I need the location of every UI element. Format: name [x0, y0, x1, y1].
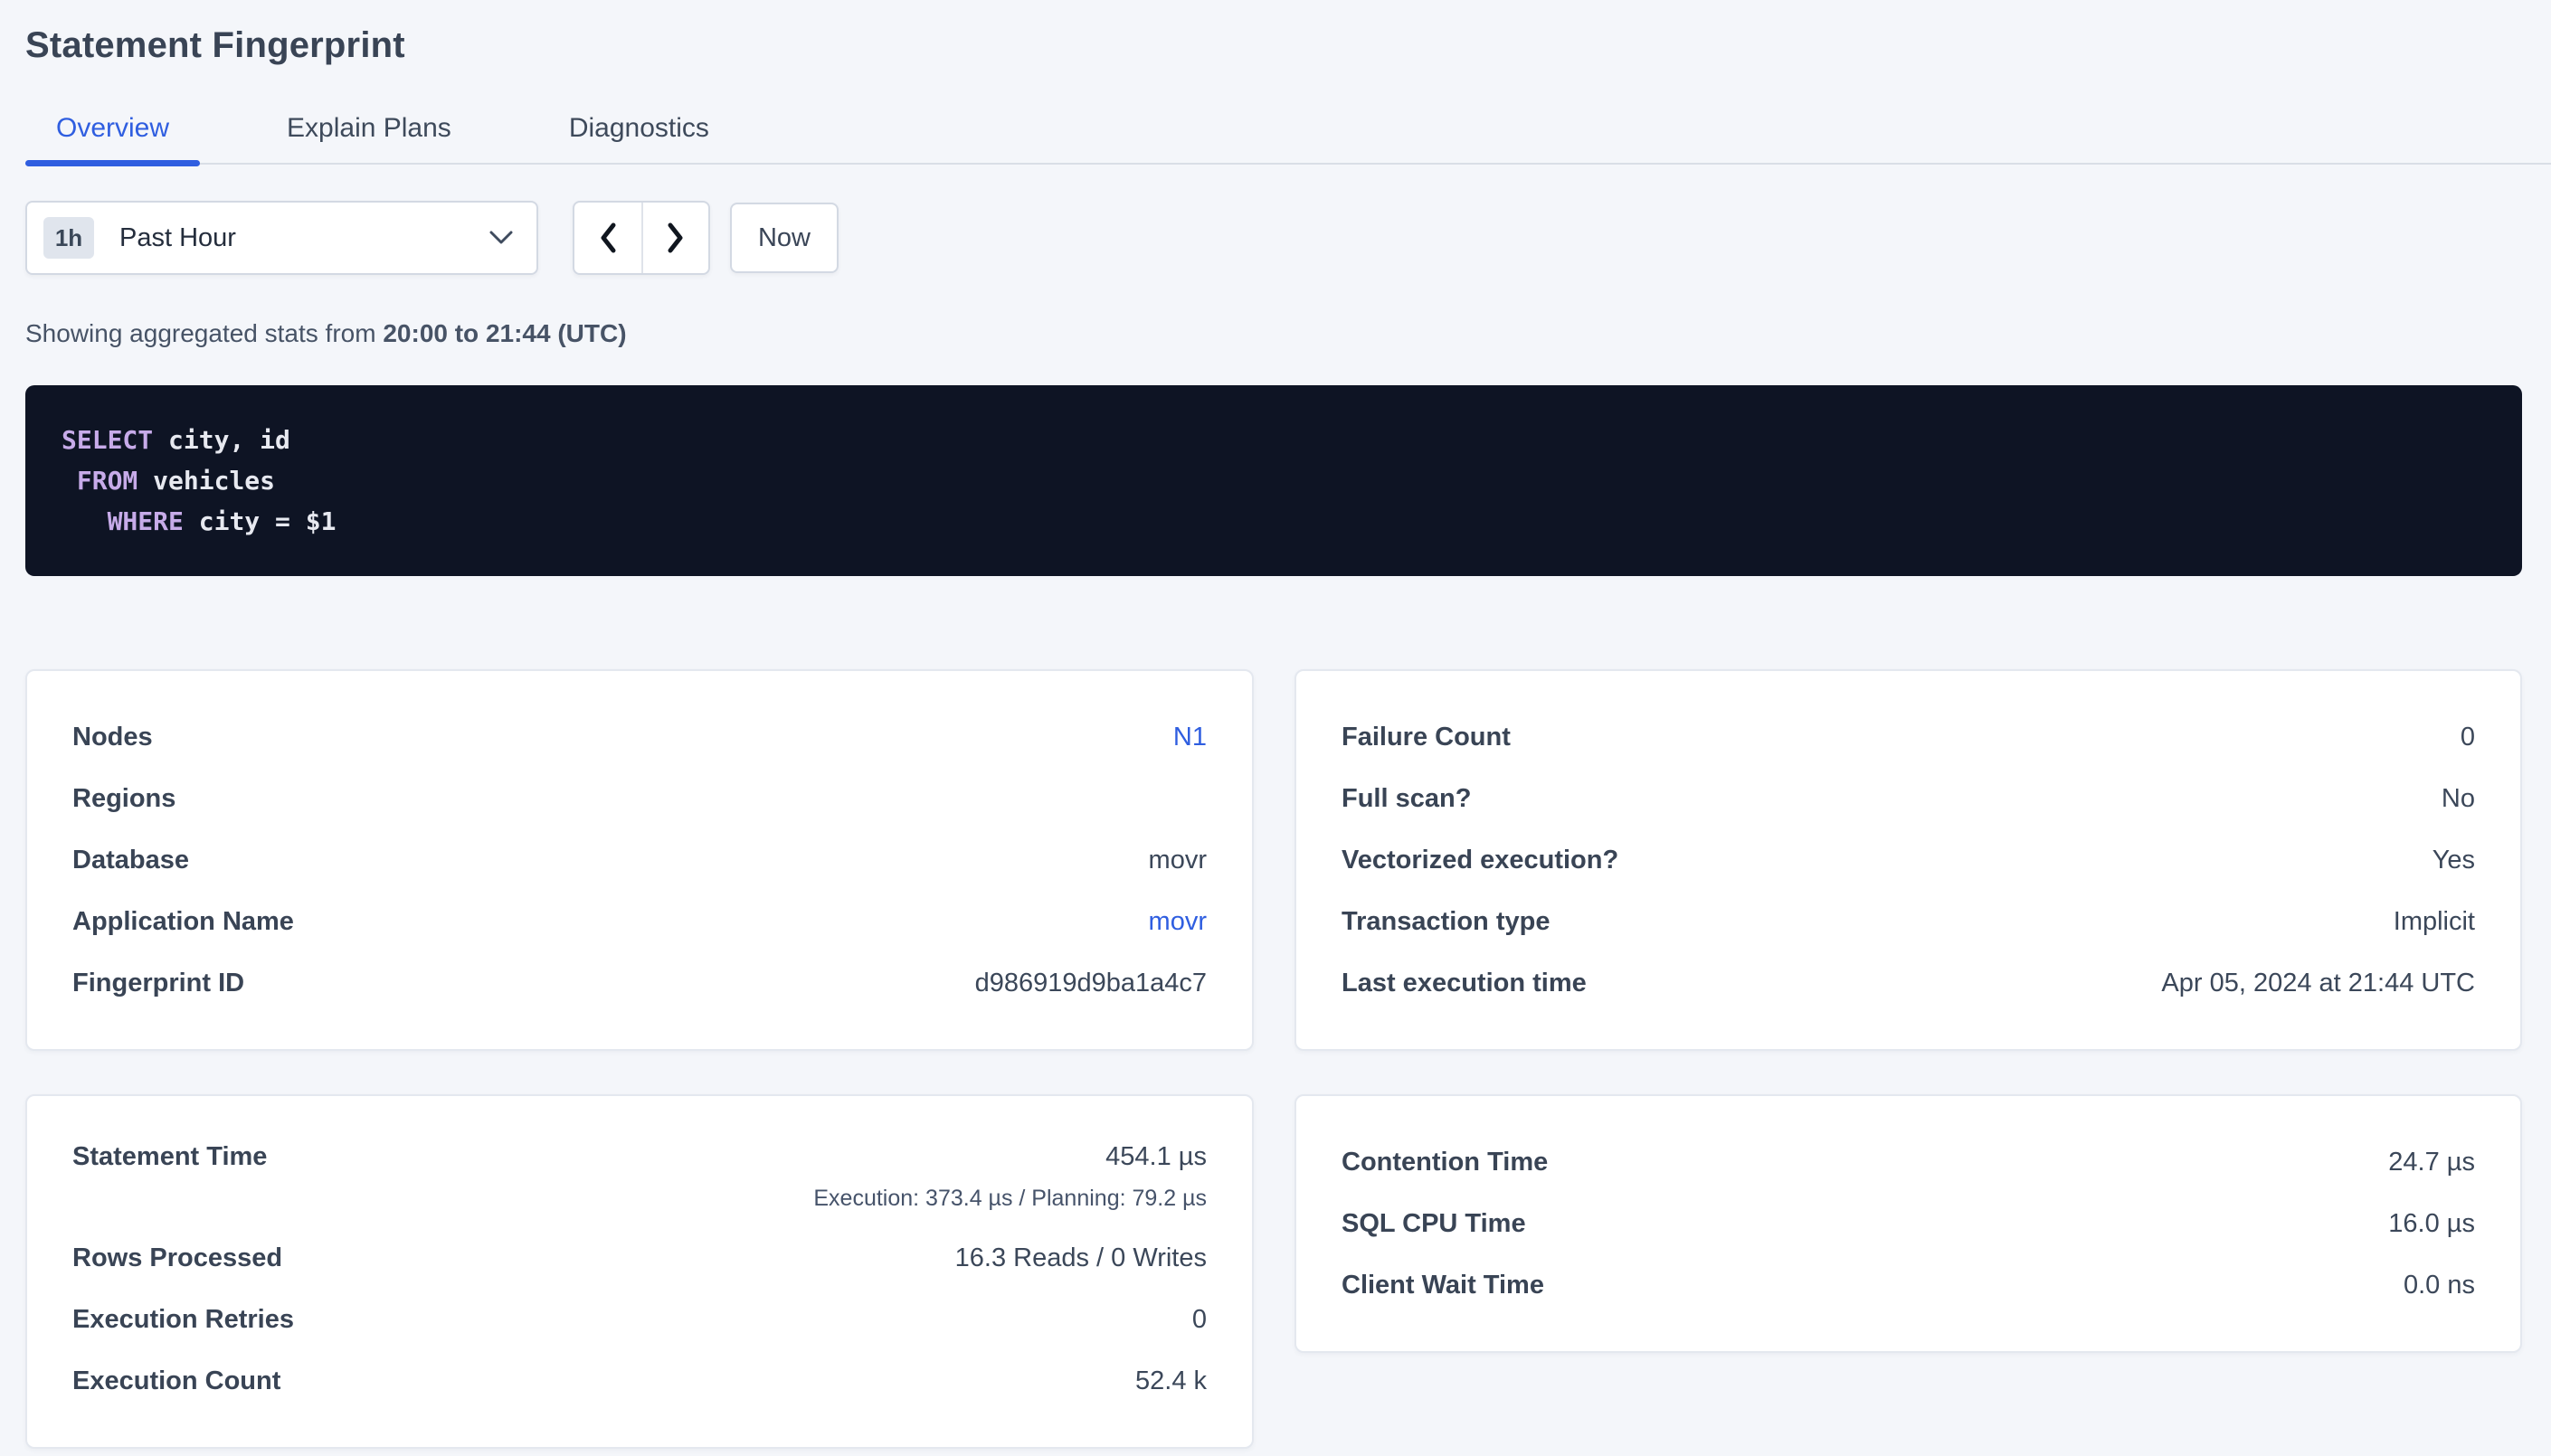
row-label: Application Name [72, 903, 294, 940]
chevron-down-icon [489, 231, 513, 245]
aggregation-time-range: 20:00 to 21:44 (UTC) [383, 319, 626, 347]
sql-keyword: SELECT [62, 425, 153, 455]
chevron-right-icon [665, 222, 687, 254]
row-label: Contention Time [1342, 1144, 1548, 1180]
sql-keyword: WHERE [108, 506, 184, 536]
row-label: Rows Processed [72, 1240, 282, 1276]
row-label: Statement Time [72, 1131, 267, 1182]
time-controls: 1h Past Hour Now [25, 201, 2524, 275]
sql-indent [62, 506, 108, 536]
row-value: 0 [1192, 1301, 1207, 1338]
row-value: Yes [2432, 842, 2475, 878]
row-label: Vectorized execution? [1342, 842, 1618, 878]
detail-row-execution-count: Execution Count 52.4 k [72, 1350, 1207, 1412]
detail-row-contention-time: Contention Time 24.7 µs [1342, 1131, 2475, 1193]
row-label: Execution Retries [72, 1301, 294, 1338]
detail-row-client-wait-time: Client Wait Time 0.0 ns [1342, 1254, 2475, 1316]
sql-statement-text: SELECT city, id FROM vehicles WHERE city… [62, 420, 2486, 542]
tab-explain-plans-label: Explain Plans [287, 113, 451, 143]
tab-overview-label: Overview [56, 113, 169, 143]
row-value: movr [1149, 842, 1207, 878]
detail-row-statement-time: Statement Time 454.1 µs Execution: 373.4… [72, 1131, 1207, 1227]
row-value: 0.0 ns [2404, 1267, 2475, 1303]
sql-text: city, id [153, 425, 290, 455]
tab-diagnostics-label: Diagnostics [569, 113, 709, 143]
time-step-buttons [573, 201, 710, 275]
detail-row-fingerprint-id: Fingerprint ID d986919d9ba1a4c7 [72, 952, 1207, 1014]
row-value: 52.4 k [1135, 1363, 1207, 1399]
detail-row-sql-cpu-time: SQL CPU Time 16.0 µs [1342, 1193, 2475, 1254]
row-label: Execution Count [72, 1363, 280, 1399]
statement-performance-card: Statement Time 454.1 µs Execution: 373.4… [25, 1094, 1254, 1449]
row-label: Full scan? [1342, 780, 1471, 817]
row-label: Failure Count [1342, 719, 1511, 755]
now-button[interactable]: Now [730, 203, 839, 273]
row-value: Apr 05, 2024 at 21:44 UTC [2161, 965, 2475, 1001]
nodes-link[interactable]: N1 [1173, 719, 1207, 755]
time-interval-badge: 1h [43, 217, 94, 259]
detail-row-execution-retries: Execution Retries 0 [72, 1289, 1207, 1350]
row-label: Nodes [72, 719, 153, 755]
execution-attributes-card: Failure Count 0 Full scan? No Vectorized… [1294, 669, 2522, 1051]
summary-cards: Nodes N1 Regions Database movr Applicati… [25, 669, 2524, 1449]
row-label: Transaction type [1342, 903, 1550, 940]
row-label: Regions [72, 780, 175, 817]
aggregation-note-prefix: Showing aggregated stats from [25, 319, 383, 347]
previous-interval-button[interactable] [574, 203, 641, 273]
detail-row-rows-processed: Rows Processed 16.3 Reads / 0 Writes [72, 1227, 1207, 1289]
row-value: Implicit [2394, 903, 2475, 940]
detail-row-failure-count: Failure Count 0 [1342, 706, 2475, 768]
statement-details-card: Nodes N1 Regions Database movr Applicati… [25, 669, 1254, 1051]
sql-statement-box: SELECT city, id FROM vehicles WHERE city… [25, 385, 2522, 576]
aggregation-note: Showing aggregated stats from 20:00 to 2… [25, 318, 2524, 349]
row-label: SQL CPU Time [1342, 1205, 1526, 1242]
detail-row-transaction-type: Transaction type Implicit [1342, 891, 2475, 952]
time-range-label: Past Hour [119, 223, 489, 253]
row-label: Fingerprint ID [72, 965, 244, 1001]
tab-overview[interactable]: Overview [25, 112, 200, 163]
statement-fingerprint-page: Statement Fingerprint Overview Explain P… [0, 0, 2551, 1449]
detail-row-last-execution-time: Last execution time Apr 05, 2024 at 21:4… [1342, 952, 2475, 1014]
sql-keyword: FROM [77, 466, 138, 496]
row-label: Last execution time [1342, 965, 1587, 1001]
next-interval-button[interactable] [641, 203, 708, 273]
row-value: 16.0 µs [2388, 1205, 2475, 1242]
detail-row-regions: Regions [72, 768, 1207, 829]
row-value: 24.7 µs [2388, 1144, 2475, 1180]
row-label: Database [72, 842, 189, 878]
detail-row-vectorized: Vectorized execution? Yes [1342, 829, 2475, 891]
row-value: 454.1 µs [813, 1131, 1207, 1182]
active-tab-indicator [25, 160, 200, 166]
row-value: d986919d9ba1a4c7 [975, 965, 1207, 1001]
detail-row-application-name: Application Name movr [72, 891, 1207, 952]
sql-text: city = $1 [184, 506, 337, 536]
sql-text: vehicles [138, 466, 275, 496]
row-subvalue: Execution: 373.4 µs / Planning: 79.2 µs [813, 1182, 1207, 1215]
row-value: 0 [2461, 719, 2475, 755]
detail-row-nodes: Nodes N1 [72, 706, 1207, 768]
sql-indent [62, 466, 77, 496]
application-name-link[interactable]: movr [1149, 903, 1207, 940]
detail-row-database: Database movr [72, 829, 1207, 891]
chevron-left-icon [597, 222, 619, 254]
row-value: 16.3 Reads / 0 Writes [955, 1240, 1207, 1276]
tab-diagnostics[interactable]: Diagnostics [538, 112, 740, 163]
time-range-dropdown[interactable]: 1h Past Hour [25, 201, 538, 275]
tab-bar: Overview Explain Plans Diagnostics [25, 112, 2551, 165]
statement-time-values: 454.1 µs Execution: 373.4 µs / Planning:… [813, 1131, 1207, 1215]
row-label: Client Wait Time [1342, 1267, 1544, 1303]
detail-row-full-scan: Full scan? No [1342, 768, 2475, 829]
tab-explain-plans[interactable]: Explain Plans [256, 112, 482, 163]
row-value: No [2442, 780, 2475, 817]
wait-times-card: Contention Time 24.7 µs SQL CPU Time 16.… [1294, 1094, 2522, 1353]
page-title: Statement Fingerprint [25, 24, 2524, 67]
